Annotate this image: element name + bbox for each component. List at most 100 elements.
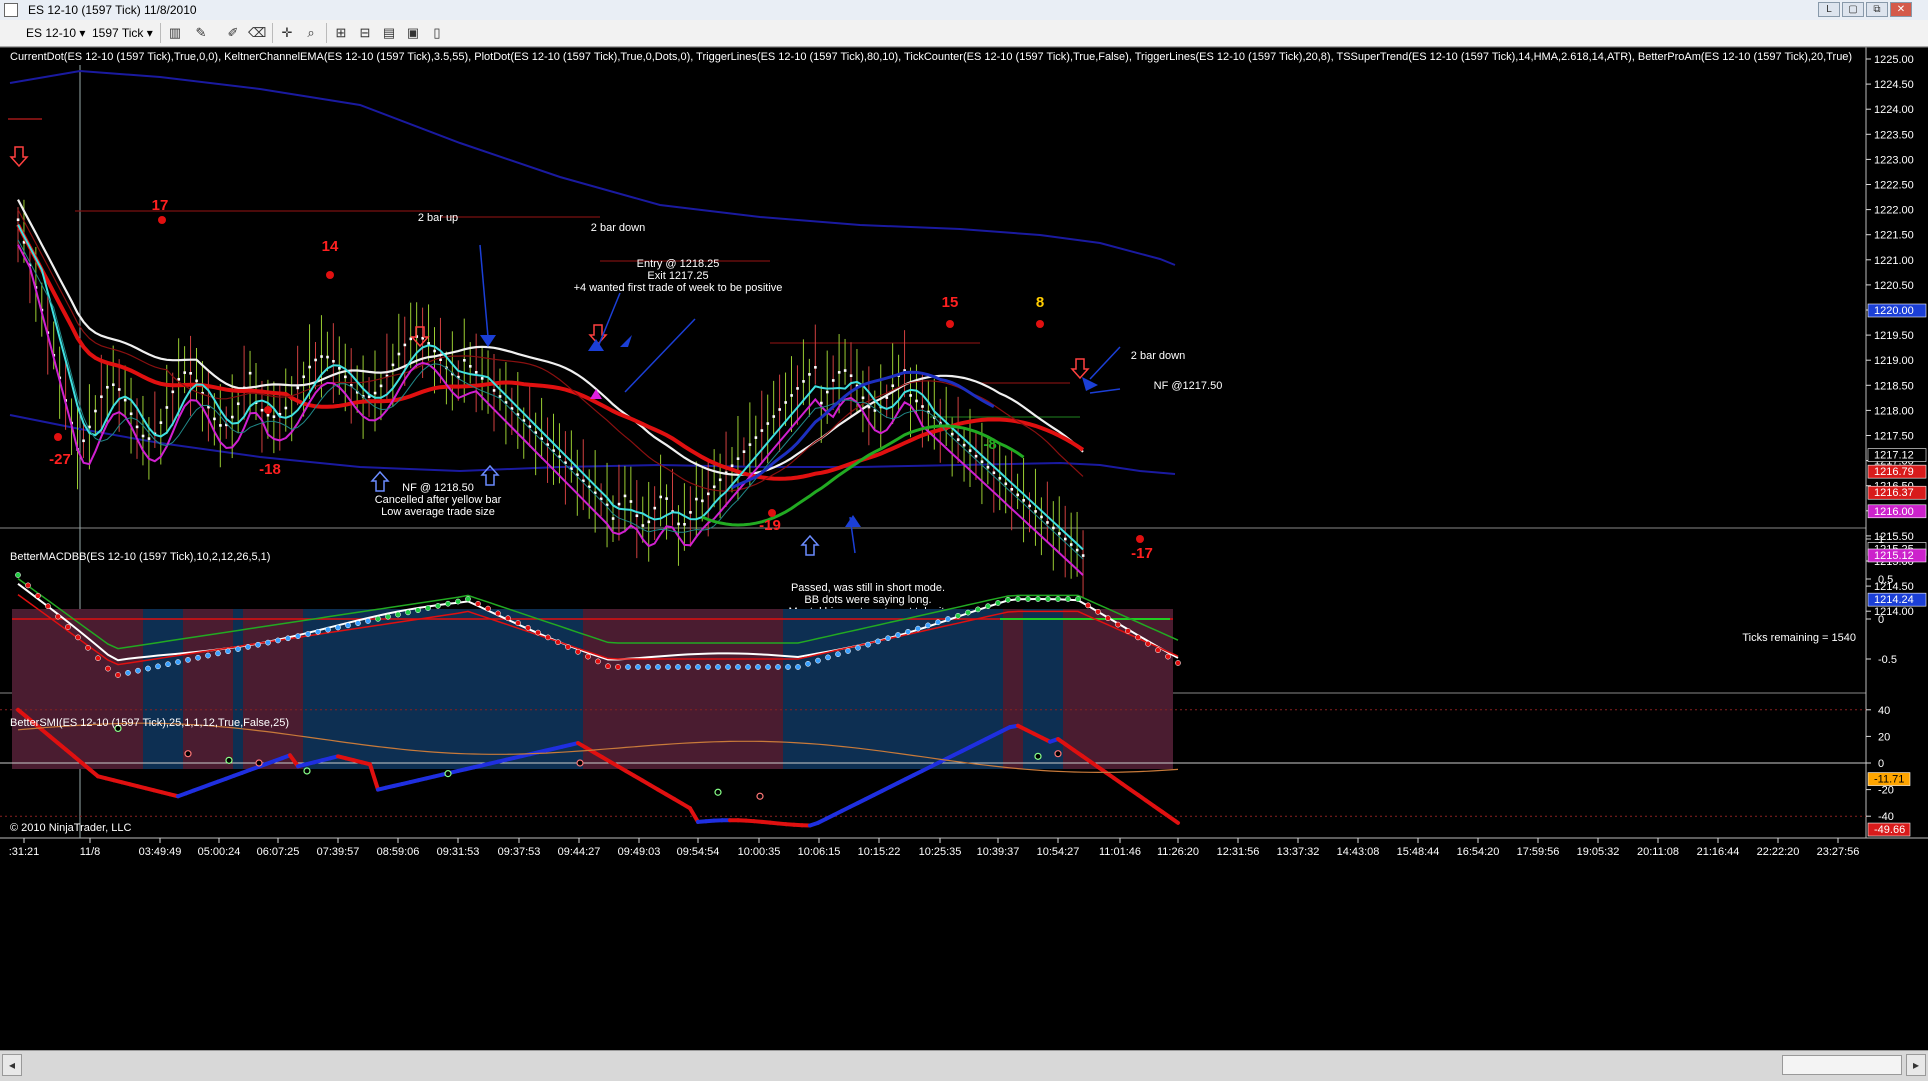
close-dot [213, 418, 216, 421]
chart-canvas[interactable]: 1225.001224.501224.001223.501223.001222.… [0, 47, 1928, 1050]
close-dot [784, 401, 787, 404]
close-dot [326, 356, 329, 359]
minimize-button[interactable]: ▢ [1842, 2, 1864, 17]
annotation-two-bar-down: 2 bar down [1131, 350, 1185, 362]
horizontal-scrollbar[interactable]: ◂ ▸ [0, 1050, 1928, 1081]
restore-button[interactable]: ⧉ [1866, 2, 1888, 17]
close-dot [957, 438, 960, 441]
close-dot [463, 359, 466, 362]
macd-dot [1065, 596, 1070, 601]
close-dot [17, 218, 20, 221]
macd-dot [995, 600, 1000, 605]
bar-count-label: -19 [759, 517, 781, 534]
close-dot [237, 402, 240, 405]
time-tick-label: 05:00:24 [198, 846, 241, 858]
close-dot [915, 400, 918, 403]
macd-dot [355, 621, 360, 626]
macd-dot [65, 624, 70, 629]
close-dot [612, 517, 615, 520]
keltner-upper-band [10, 71, 1175, 265]
indicators-icon[interactable]: ⊞ [332, 24, 350, 42]
macd-dot [265, 640, 270, 645]
macd-dot [1115, 622, 1120, 627]
strategies-icon[interactable]: ⊟ [356, 24, 374, 42]
macd-dot [905, 629, 910, 634]
swing-dot [264, 406, 272, 414]
close-dot [94, 410, 97, 413]
macd-dot [455, 599, 460, 604]
close-dot [802, 380, 805, 383]
macd-dot [615, 664, 620, 669]
macd-dot [205, 653, 210, 658]
scroll-right-button[interactable]: ▸ [1906, 1054, 1926, 1076]
macd-dot [605, 664, 610, 669]
annotation-entry: Entry @ 1218.25 [637, 258, 720, 270]
close-dot [636, 514, 639, 517]
close-dot [981, 460, 984, 463]
macd-background-zone [143, 609, 183, 769]
close-dot [231, 416, 234, 419]
close-dot [796, 387, 799, 390]
macd-dot [925, 623, 930, 628]
macd-dot [1015, 596, 1020, 601]
close-dot [261, 409, 264, 412]
macd-dot [535, 630, 540, 635]
annotation-cancelled-reason: Low average trade size [381, 506, 495, 518]
zoom-icon[interactable]: ⌕ [302, 24, 320, 42]
interval-selector[interactable]: 1597 Tick ▾ [92, 24, 153, 42]
close-button[interactable]: ✕ [1890, 2, 1912, 17]
scroll-left-button[interactable]: ◂ [2, 1054, 22, 1076]
price-tick-label: 1218.50 [1874, 380, 1914, 392]
macd-dot [95, 656, 100, 661]
close-dot [82, 439, 85, 442]
annotation-pointer [625, 319, 695, 392]
close-dot [951, 433, 954, 436]
macd-dot [225, 649, 230, 654]
close-dot [427, 342, 430, 345]
time-tick-label: 10:39:37 [977, 846, 1020, 858]
smi-cross-dot [757, 793, 763, 799]
close-dot [285, 407, 288, 410]
chart-area[interactable]: 1225.001224.501224.001223.501223.001222.… [0, 47, 1928, 1050]
close-dot [683, 523, 686, 526]
instrument-selector[interactable]: ES 12-10 ▾ [26, 24, 85, 42]
scroll-thumb[interactable] [1782, 1055, 1902, 1075]
macd-dot [1135, 635, 1140, 640]
pencil-icon[interactable]: ✎ [192, 24, 210, 42]
price-tick-label: 1217.50 [1874, 431, 1914, 443]
close-dot [1034, 510, 1037, 513]
macd-background-zone [1003, 609, 1023, 769]
data-box-icon[interactable]: ▣ [404, 24, 422, 42]
draw-tool-icon[interactable]: ✐ [224, 24, 242, 42]
macd-dot [805, 661, 810, 666]
close-dot [1028, 505, 1031, 508]
time-tick-label: 17:59:56 [1517, 846, 1560, 858]
eraser-icon[interactable]: ⌫ [248, 24, 266, 42]
macd-dot [875, 639, 880, 644]
smi-cross-dot [1055, 751, 1061, 757]
bar-count-label: 14 [322, 238, 339, 255]
macd-dot [195, 655, 200, 660]
annotation-passed: Passed, was still in short mode. [791, 582, 945, 594]
close-dot [219, 424, 222, 427]
macd-dot [865, 642, 870, 647]
macd-dot [1175, 660, 1180, 665]
smi-cross-dot [715, 789, 721, 795]
smi-tick-label: 0 [1878, 758, 1884, 770]
close-dot [665, 497, 668, 500]
crosshair-icon[interactable]: ✛ [278, 24, 296, 42]
macd-dot [85, 645, 90, 650]
price-tick-label: 1222.50 [1874, 180, 1914, 192]
price-tick-label: 1221.50 [1874, 230, 1914, 242]
price-tick-label: 1223.50 [1874, 129, 1914, 141]
annotation-pointer [1090, 389, 1120, 393]
price-tick-label: 1225.00 [1874, 54, 1914, 66]
chart-trader-icon[interactable]: ▯ [428, 24, 446, 42]
price-tick-label: 1224.50 [1874, 79, 1914, 91]
bar-type-icon[interactable]: ▥ [166, 24, 184, 42]
close-dot [624, 495, 627, 498]
link-button[interactable]: L [1818, 2, 1840, 17]
macd-background-zone [1063, 609, 1173, 769]
properties-icon[interactable]: ▤ [380, 24, 398, 42]
macd-dot [525, 625, 530, 630]
